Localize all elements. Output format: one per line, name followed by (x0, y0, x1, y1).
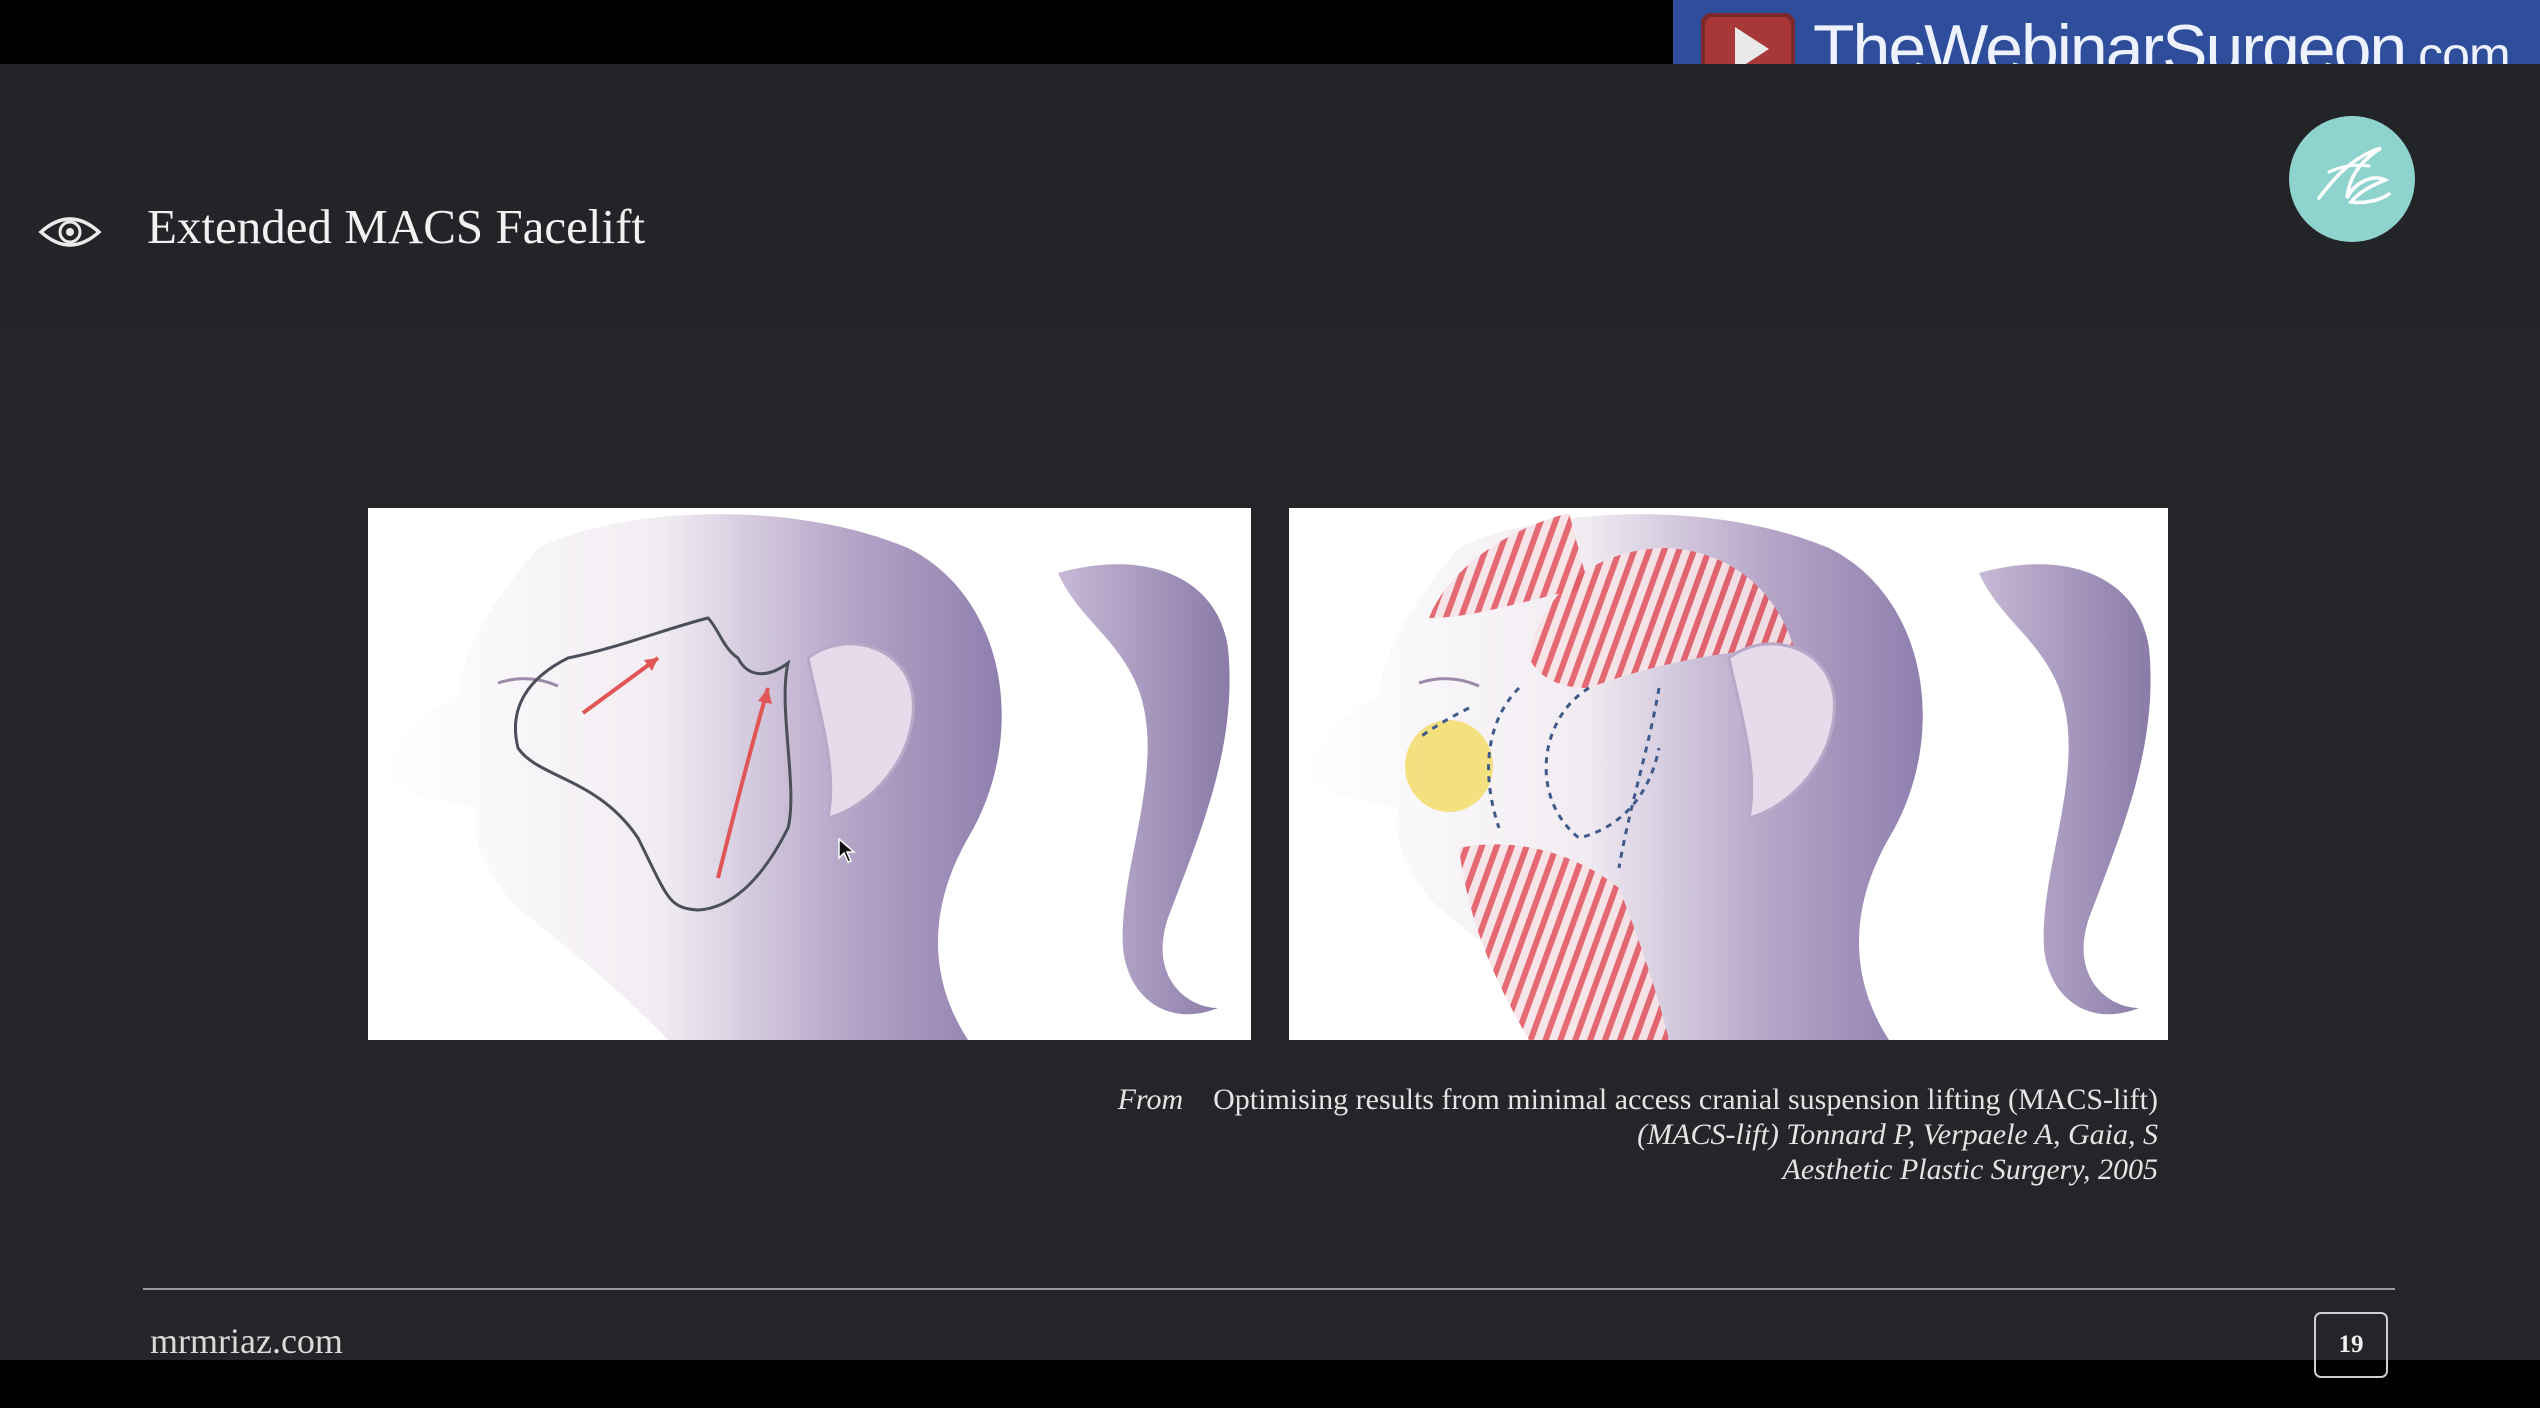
figure-citation: From Optimising results from minimal acce… (1118, 1082, 2158, 1187)
slide-header (0, 64, 2540, 328)
presentation-slide: Extended MACS Facelift From Optimising r… (0, 64, 2540, 1378)
footer-divider (143, 1288, 2395, 1290)
citation-title: Optimising results from minimal access c… (1213, 1083, 2158, 1116)
face-illustration-muscle-anatomy (1289, 508, 2168, 1040)
eye-icon (38, 217, 102, 247)
slide-page-number: 19 (2314, 1312, 2388, 1378)
mouse-pointer-icon (838, 838, 856, 863)
face-illustration-incision-and-vectors (368, 508, 1251, 1040)
citation-authors: (MACS-lift) Tonnard P, Verpaele A, Gaia,… (1637, 1118, 2158, 1151)
slide-title: Extended MACS Facelift (147, 199, 646, 254)
signature-logo-icon (2289, 116, 2415, 242)
citation-from-label: From (1117, 1083, 1184, 1116)
citation-journal: Aesthetic Plastic Surgery, 2005 (1782, 1153, 2158, 1186)
footer-website: mrmriaz.com (150, 1321, 343, 1361)
